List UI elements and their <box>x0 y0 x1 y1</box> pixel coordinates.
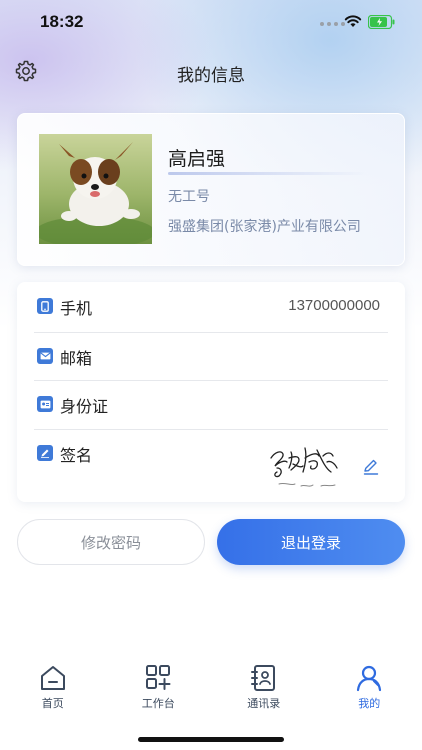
company-name: 强盛集团(张家港)产业有限公司 <box>168 219 361 235</box>
tab-me[interactable]: 我的 <box>317 656 422 720</box>
workbench-icon <box>146 665 171 690</box>
profile-card[interactable]: 高启强 无工号 强盛集团(张家港)产业有限公司 <box>17 113 405 266</box>
tab-bar: 首页 工作台 通讯录 我的 <box>0 656 422 720</box>
phone-label: 手机 <box>60 299 93 318</box>
name-underline <box>168 172 368 175</box>
employee-number: 无工号 <box>168 189 210 205</box>
avatar[interactable] <box>39 134 152 244</box>
tab-home[interactable]: 首页 <box>0 656 106 720</box>
tab-workbench-label: 工作台 <box>141 697 175 710</box>
tab-contacts-label: 通讯录 <box>247 697 281 710</box>
handwritten-signature <box>270 447 338 487</box>
phone-value: 13700000000 <box>288 297 380 314</box>
user-icon <box>357 665 382 692</box>
logout-button[interactable]: 退出登录 <box>217 519 405 565</box>
page-title: 我的信息 <box>177 66 245 86</box>
id-card-icon <box>37 396 53 412</box>
signature-label: 签名 <box>60 446 93 465</box>
signature-icon <box>37 445 53 461</box>
change-password-button[interactable]: 修改密码 <box>17 519 205 565</box>
tab-home-label: 首页 <box>41 697 64 710</box>
id-card-label: 身份证 <box>60 397 109 416</box>
signal-icon <box>320 22 345 26</box>
email-row[interactable]: 邮箱 <box>34 332 388 381</box>
home-indicator <box>138 737 284 742</box>
tab-me-label: 我的 <box>358 697 381 710</box>
contacts-icon <box>250 665 275 691</box>
battery-icon <box>368 15 395 29</box>
dog-photo <box>39 142 152 244</box>
mail-icon <box>37 348 53 364</box>
tab-workbench[interactable]: 工作台 <box>106 656 212 720</box>
navigation-bar: 我的信息 <box>0 52 422 92</box>
phone-row[interactable]: 手机 13700000000 <box>34 282 388 331</box>
phone-icon <box>37 298 53 314</box>
edit-icon[interactable] <box>362 458 380 476</box>
status-time: 18:32 <box>40 12 84 31</box>
status-bar: 18:32 <box>0 0 422 46</box>
email-label: 邮箱 <box>60 349 93 368</box>
info-card: 手机 13700000000 邮箱 身份证 签名 <box>17 282 405 502</box>
user-name: 高启强 <box>168 148 226 170</box>
home-icon <box>40 666 65 690</box>
tab-contacts[interactable]: 通讯录 <box>211 656 317 720</box>
wifi-icon <box>344 15 362 27</box>
id-card-row[interactable]: 身份证 <box>34 380 388 429</box>
